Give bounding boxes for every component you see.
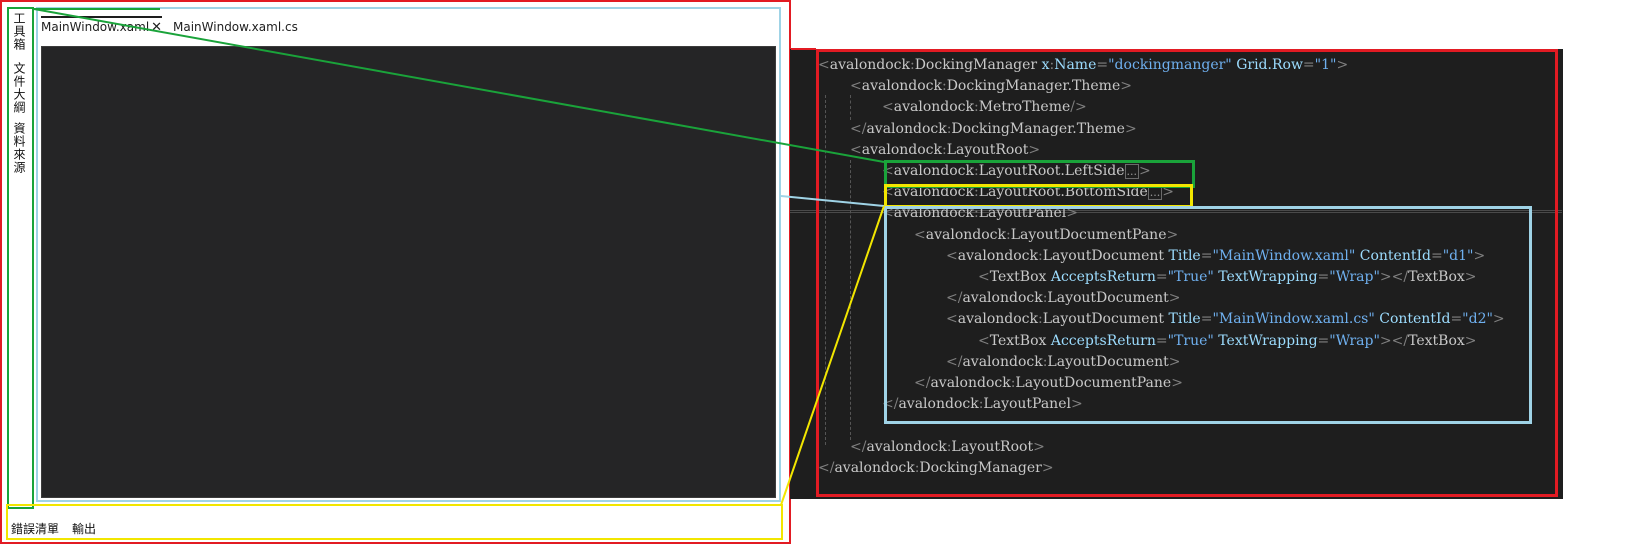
connector-lines (33, 8, 885, 506)
yellow-connector (780, 205, 885, 506)
green-connector (33, 8, 885, 163)
blue-connector (780, 195, 885, 207)
